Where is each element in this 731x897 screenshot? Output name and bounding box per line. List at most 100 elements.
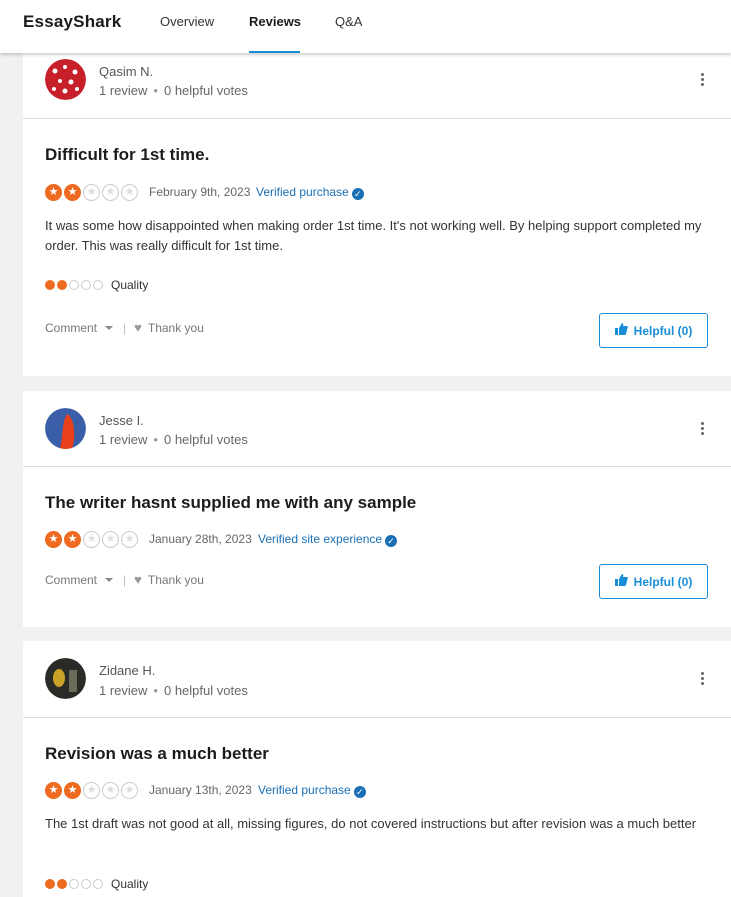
quality-stars [45,879,105,889]
more-options-icon[interactable] [701,73,705,88]
reviewer-name[interactable]: Qasim N. [99,64,153,79]
reviewer-meta: 1 review • 0 helpful votes [99,432,248,447]
star-icon: ★ [64,531,81,548]
reviewer-meta: 1 review • 0 helpful votes [99,683,248,698]
mini-star-icon [93,280,103,290]
more-options-icon[interactable] [701,672,705,687]
helpful-votes-count: 0 helpful votes [163,83,248,98]
reviewer-header: Qasim N. 1 review • 0 helpful votes [23,53,731,119]
mini-star-icon [81,879,91,889]
verified-label: Verified purchase [256,185,349,199]
comment-button[interactable]: Comment [45,573,97,587]
review-actions: Comment | ♥ Thank you [45,572,204,587]
helpful-label: Helpful (0) [633,574,693,589]
divider: | [123,320,127,335]
review-count: 1 review [99,683,148,698]
review-date: February 9th, 2023 [149,185,251,199]
star-icon: ★ [102,782,119,799]
review-count: 1 review [99,83,148,98]
reviewer-header: Jesse I. 1 review • 0 helpful votes [23,391,731,467]
star-icon: ★ [121,782,138,799]
reviewer-name[interactable]: Jesse I. [99,413,144,428]
heart-icon[interactable]: ♥ [134,320,142,335]
verified-label: Verified purchase [258,783,351,797]
top-nav: EssayShark Overview Reviews Q&A [0,0,731,53]
quality-label: Quality [111,278,149,292]
check-icon: ✓ [385,535,398,547]
mini-star-icon [45,879,55,889]
review-date: January 28th, 2023 [149,532,252,546]
tab-qa[interactable]: Q&A [335,14,362,53]
mini-star-icon [69,280,79,290]
mini-star-icon [93,879,103,889]
tab-reviews[interactable]: Reviews [249,14,301,53]
star-icon: ★ [45,531,62,548]
reviewer-header: Zidane H. 1 review • 0 helpful votes [23,641,731,718]
verified-label: Verified site experience [258,532,383,546]
quality-label: Quality [111,877,149,891]
brand-logo[interactable]: EssayShark [23,12,121,32]
helpful-votes-count: 0 helpful votes [163,683,248,698]
thumbs-up-icon [614,574,628,589]
helpful-button[interactable]: Helpful (0) [599,564,708,599]
avatar[interactable] [45,658,86,699]
review-date: January 13th, 2023 [149,783,252,797]
tab-overview[interactable]: Overview [160,14,214,53]
review-card: Jesse I. 1 review • 0 helpful votes The wr… [23,391,731,627]
verified-badge[interactable]: Verified site experience ✓ [258,532,398,547]
quality-rating: Quality [45,278,148,292]
separator-dot: • [153,432,158,447]
mini-star-icon [45,280,55,290]
chevron-down-icon[interactable] [105,325,114,330]
star-icon: ★ [83,531,100,548]
helpful-label: Helpful (0) [633,323,693,338]
mini-star-icon [57,879,67,889]
helpful-button[interactable]: Helpful (0) [599,313,708,348]
review-title: Revision was a much better [45,744,269,763]
quality-stars [45,280,105,290]
separator-dot: • [153,83,158,98]
review-card: Zidane H. 1 review • 0 helpful votes Revis… [23,641,731,897]
helpful-votes-count: 0 helpful votes [163,432,248,447]
star-rating: ★ ★ ★ ★ ★ [45,184,138,201]
heart-icon[interactable]: ♥ [134,572,142,587]
thank-you-button[interactable]: Thank you [148,573,204,587]
review-actions: Comment | ♥ Thank you [45,320,204,335]
mini-star-icon [81,280,91,290]
more-options-icon[interactable] [701,422,705,437]
review-body: It was some how disappointed when making… [45,218,702,253]
chevron-down-icon[interactable] [105,577,114,582]
star-icon: ★ [83,184,100,201]
star-icon: ★ [121,531,138,548]
verified-badge[interactable]: Verified purchase ✓ [256,185,364,200]
avatar[interactable] [45,408,86,449]
star-icon: ★ [45,782,62,799]
mini-star-icon [57,280,67,290]
star-icon: ★ [64,782,81,799]
star-rating: ★ ★ ★ ★ ★ [45,531,138,548]
review-body: The 1st draft was not good at all, missi… [45,816,697,831]
star-icon: ★ [83,782,100,799]
comment-button[interactable]: Comment [45,321,97,335]
thumbs-up-icon [614,323,628,338]
mini-star-icon [69,879,79,889]
thank-you-button[interactable]: Thank you [148,321,204,335]
separator-dot: • [153,683,158,698]
review-title: Difficult for 1st time. [45,145,210,164]
review-card: Qasim N. 1 review • 0 helpful votes Diffic… [23,53,731,376]
review-title: The writer hasnt supplied me with any sa… [45,493,417,512]
reviewer-meta: 1 review • 0 helpful votes [99,83,248,98]
divider: | [123,572,127,587]
star-icon: ★ [102,531,119,548]
avatar[interactable] [45,59,86,100]
verified-badge[interactable]: Verified purchase ✓ [258,783,366,798]
star-icon: ★ [64,184,81,201]
star-icon: ★ [102,184,119,201]
star-icon: ★ [121,184,138,201]
reviewer-name[interactable]: Zidane H. [99,663,155,678]
quality-rating: Quality [45,877,148,891]
check-icon: ✓ [351,188,364,200]
star-icon: ★ [45,184,62,201]
check-icon: ✓ [353,786,366,798]
review-count: 1 review [99,432,148,447]
